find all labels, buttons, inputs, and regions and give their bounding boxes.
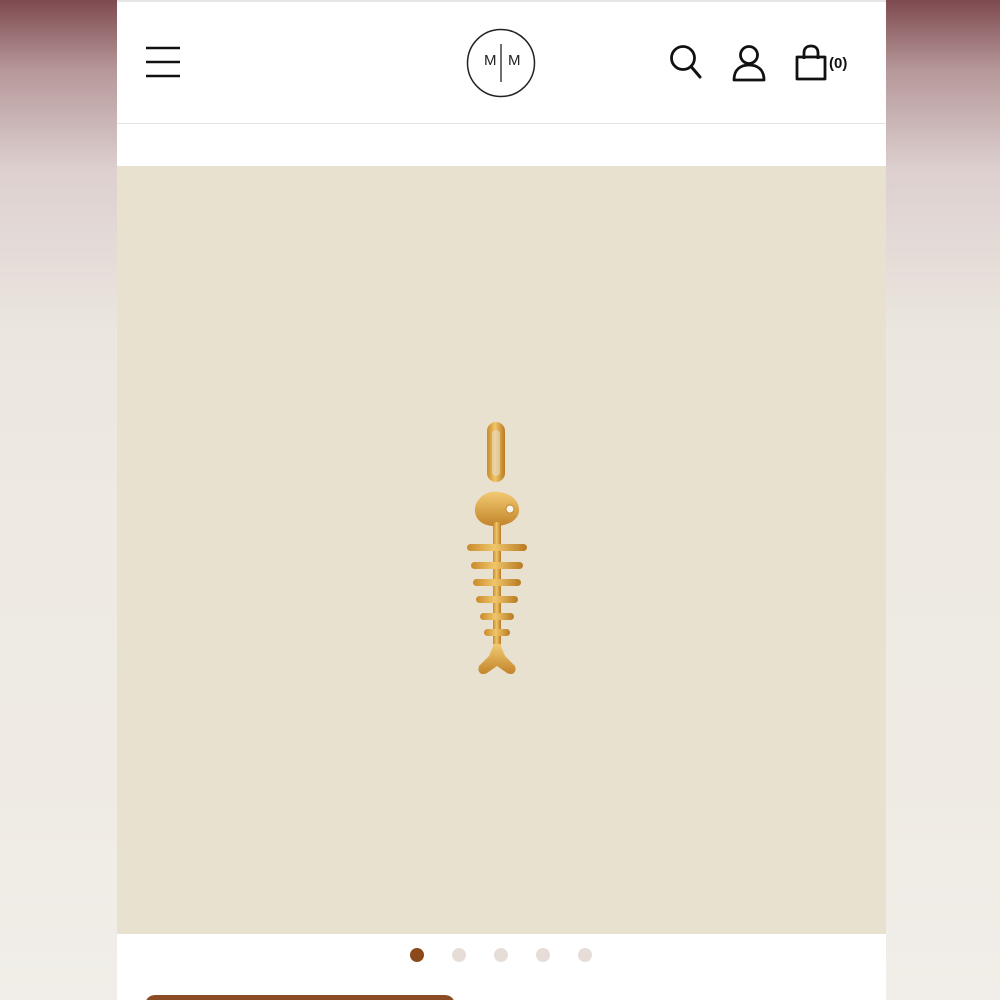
shopping-bag-button[interactable]: (0) bbox=[793, 44, 857, 82]
user-icon[interactable] bbox=[731, 44, 767, 82]
carousel-dot-1[interactable] bbox=[410, 948, 424, 962]
hamburger-menu-icon[interactable] bbox=[145, 44, 181, 80]
shopping-bag-icon bbox=[795, 44, 827, 81]
image-carousel-dots bbox=[117, 934, 886, 978]
partial-action-button[interactable] bbox=[145, 995, 455, 1000]
brand-logo[interactable]: M M bbox=[466, 28, 536, 98]
carousel-dot-4[interactable] bbox=[536, 948, 550, 962]
carousel-dot-3[interactable] bbox=[494, 948, 508, 962]
fishbone-pendant-charm bbox=[467, 422, 527, 675]
search-icon[interactable] bbox=[669, 44, 703, 80]
mobile-page: M M (0) bbox=[117, 0, 886, 1000]
site-header: M M (0) bbox=[117, 2, 886, 124]
logo-letter-right: M bbox=[508, 52, 521, 69]
carousel-dot-2[interactable] bbox=[452, 948, 466, 962]
carousel-dot-5[interactable] bbox=[578, 948, 592, 962]
logo-letter-left: M bbox=[484, 52, 497, 69]
header-spacer bbox=[117, 124, 886, 166]
cart-count: (0) bbox=[829, 55, 848, 72]
product-image[interactable] bbox=[117, 166, 886, 934]
